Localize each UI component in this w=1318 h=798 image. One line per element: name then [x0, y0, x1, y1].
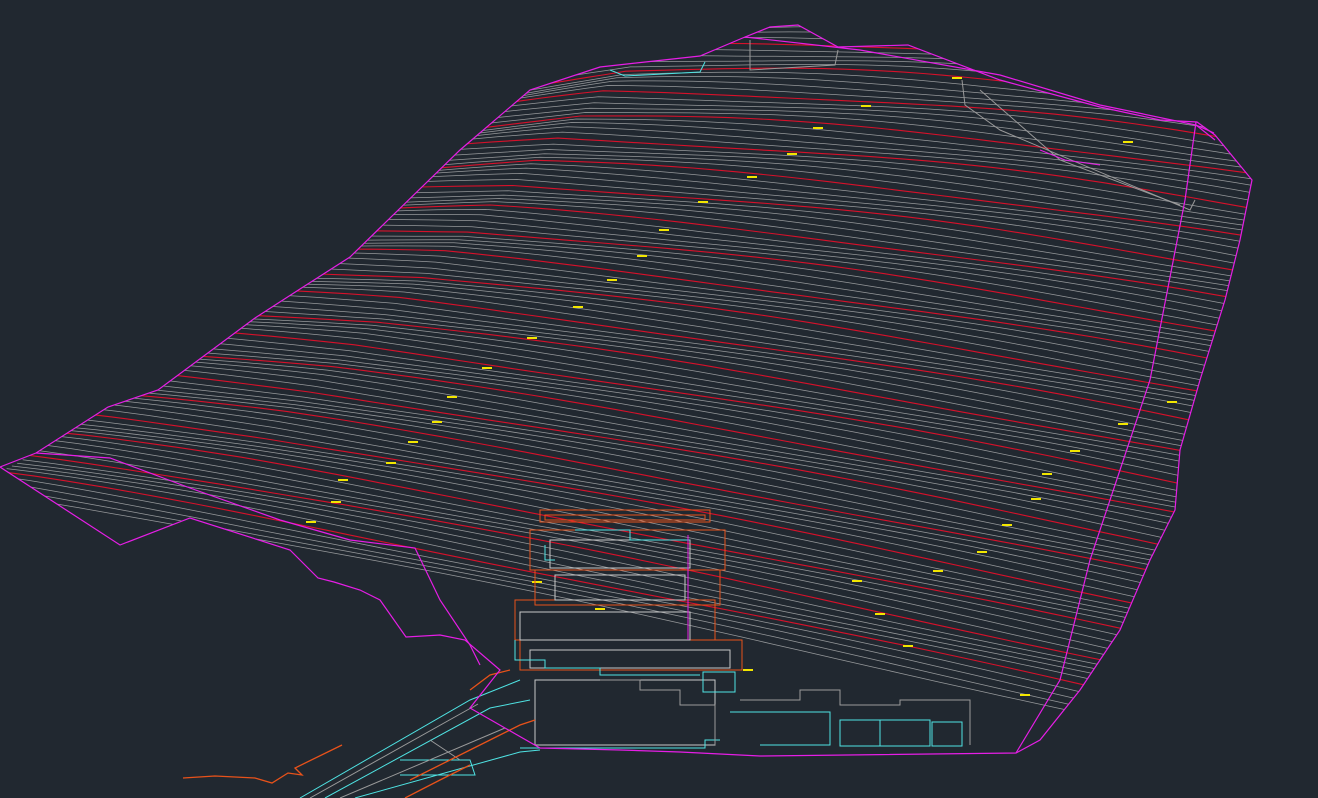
minor-contour [464, 107, 1252, 171]
elevation-label [331, 501, 341, 503]
elevation-label [532, 581, 542, 583]
elevation-label [637, 255, 647, 257]
elevation-label [813, 127, 823, 129]
topographic-site-plan[interactable] [0, 0, 1318, 798]
minor-contour [235, 292, 1252, 451]
elevation-label [386, 462, 396, 464]
elevation-label [573, 306, 583, 308]
elevation-label [903, 645, 913, 647]
elevation-label [698, 201, 708, 203]
elevation-label [875, 613, 885, 615]
elevation-label [527, 337, 537, 339]
elevation-label [595, 608, 605, 610]
minor-contour [490, 80, 1252, 136]
minor-contour [0, 486, 1252, 755]
minor-contour [6, 468, 1252, 729]
minor-contour [38, 443, 1252, 691]
index-contour [533, 42, 1252, 86]
building-outline [519, 539, 731, 746]
access-road [182, 669, 541, 798]
minor-contour [496, 76, 1252, 129]
minor-contour [0, 480, 1252, 750]
index-contour [240, 288, 1252, 444]
minor-contour [123, 381, 1252, 585]
elevation-label [743, 669, 753, 671]
elevation-label [747, 176, 757, 178]
elevation-label [952, 77, 962, 79]
minor-contour [336, 214, 1252, 327]
elevation-label [607, 279, 617, 281]
building-cyan-edges [514, 61, 963, 749]
minor-contour [299, 245, 1252, 370]
elevation-label [306, 521, 316, 523]
elevation-label [482, 367, 492, 369]
minor-contour [11, 465, 1252, 721]
elevation-label [338, 479, 348, 481]
elevation-label [1123, 141, 1133, 143]
elevation-label [1002, 524, 1012, 526]
minor-contour [379, 179, 1252, 276]
upper-building [514, 509, 743, 671]
minor-contour [304, 242, 1252, 363]
elevation-label [861, 105, 871, 107]
minor-contour [384, 173, 1252, 269]
minor-contour [405, 156, 1252, 240]
index-contour [559, 25, 1252, 54]
elevation-label [1167, 401, 1177, 403]
index-contour [400, 159, 1252, 246]
elevation-label [447, 396, 457, 398]
elevation-label [432, 421, 442, 423]
contour-lines [0, 25, 1252, 756]
site-boundary [0, 24, 1253, 757]
minor-contour [331, 219, 1252, 334]
elevation-label [977, 551, 987, 553]
elevation-label [1020, 694, 1030, 696]
elevation-label [1031, 498, 1041, 500]
elevation-label [659, 229, 669, 231]
index-contour [187, 329, 1252, 510]
elevation-label [787, 153, 797, 155]
cad-drawing-canvas[interactable] [0, 0, 1318, 798]
minor-contour [43, 438, 1252, 685]
minor-contour [458, 112, 1252, 176]
minor-contour [91, 402, 1252, 627]
index-contour [160, 353, 1252, 538]
elevation-label [1070, 450, 1080, 452]
elevation-label [1118, 423, 1128, 425]
minor-contour [437, 126, 1252, 202]
elevation-label [1042, 473, 1052, 475]
minor-contour [501, 71, 1252, 123]
minor-contour [230, 297, 1252, 458]
elevation-label [408, 441, 418, 443]
index-contour [347, 204, 1252, 312]
elevation-label [852, 580, 862, 582]
minor-contour [102, 395, 1252, 612]
elevation-label [933, 570, 943, 572]
minor-contour [288, 252, 1252, 386]
minor-contour [363, 194, 1252, 293]
